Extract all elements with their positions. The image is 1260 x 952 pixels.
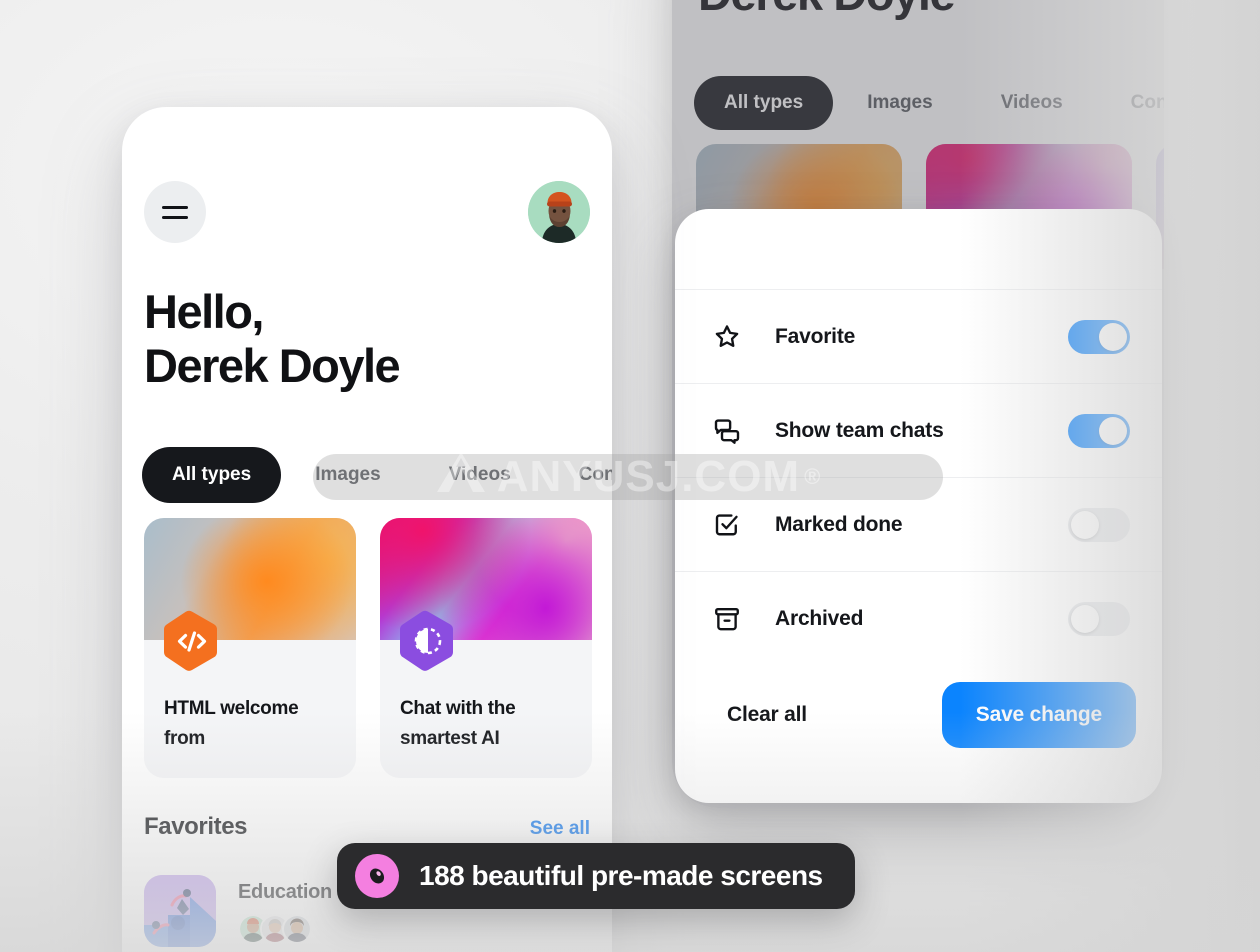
screenshot-canvas: Derek Doyle All types Images Videos Cont… [0,0,1260,952]
greeting-line-1: Hello, [144,285,264,338]
tab-videos[interactable]: Videos [415,464,545,486]
back-phone-title: Derek Doyle [698,0,956,21]
promo-banner: 188 beautiful pre-made screens [337,843,855,909]
front-phone-topbar [144,181,590,243]
tab-content[interactable]: Conten [545,464,612,486]
back-tab-all-types[interactable]: All types [694,76,834,130]
archive-icon [709,601,745,637]
hamburger-line [162,215,188,219]
tab-images[interactable]: Images [281,464,414,486]
hamburger-icon[interactable] [144,181,206,243]
front-phone-tabs: All types Images Videos Conten [142,447,612,503]
promo-text: 188 beautiful pre-made screens [419,860,823,891]
code-brackets-icon [164,610,220,672]
page-title: Hello, Derek Doyle [144,285,401,393]
canvas-shade-bottom [0,712,1260,952]
greeting-line-2: Derek Doyle [144,339,401,393]
contrast-circle-icon [400,610,456,672]
checkbox-icon [709,507,745,543]
tab-all-types[interactable]: All types [142,447,282,503]
sticker-oval-icon [355,854,399,898]
star-icon [709,319,745,355]
hamburger-line [162,205,188,209]
back-tab-images[interactable]: Images [833,92,966,114]
user-avatar[interactable] [528,181,590,243]
chats-icon [709,413,745,449]
